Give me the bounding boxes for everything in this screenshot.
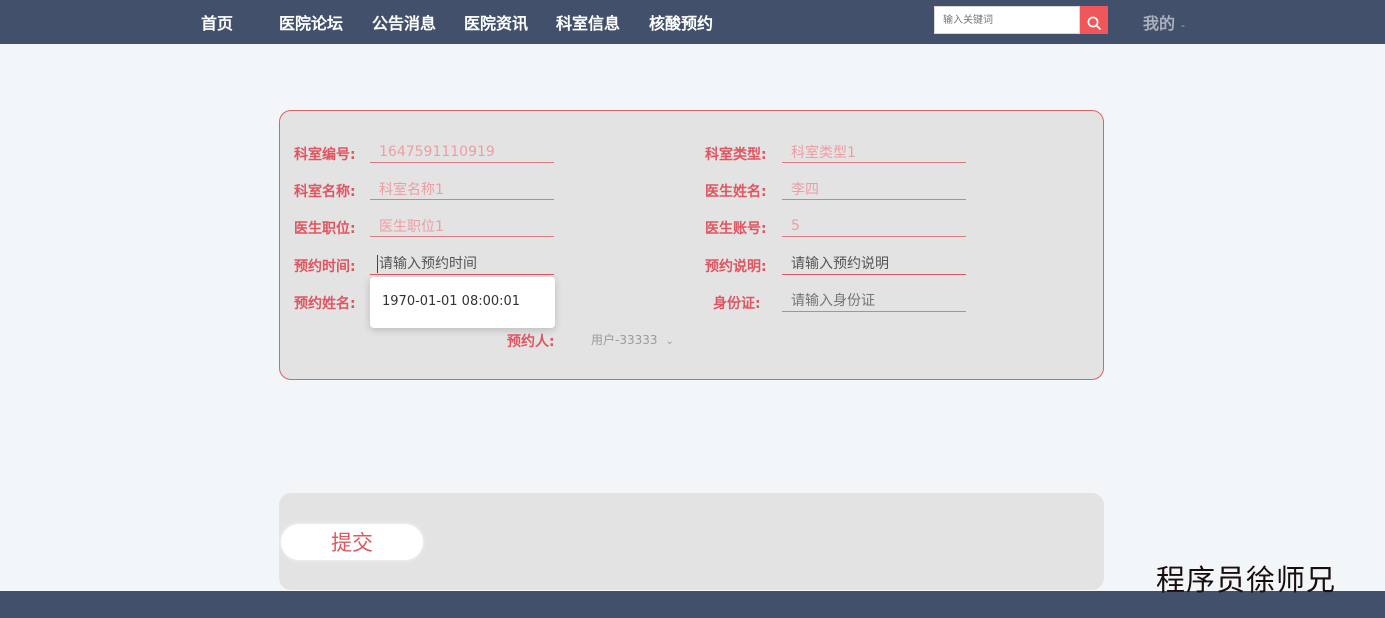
nav-home[interactable]: 首页	[201, 10, 233, 34]
submit-button[interactable]: 提交	[281, 524, 423, 560]
nav-nucleic-appointment[interactable]: 核酸预约	[649, 10, 713, 34]
doctor-account-label: 医生账号:	[705, 221, 767, 237]
appt-time-field[interactable]	[370, 253, 554, 275]
booker-select[interactable]: 用户-33333 ⌄	[591, 331, 674, 348]
dept-name-label: 科室名称:	[294, 184, 356, 200]
doctor-title-field[interactable]	[370, 215, 554, 237]
id-card-field[interactable]	[782, 290, 966, 312]
search-icon	[1087, 16, 1101, 30]
nav-announcements[interactable]: 公告消息	[372, 10, 436, 34]
search-button[interactable]	[1080, 6, 1108, 34]
nav-forum[interactable]: 医院论坛	[279, 10, 343, 34]
date-suggestion-popup[interactable]: 1970-01-01 08:00:01	[370, 277, 555, 328]
doctor-name-label: 医生姓名:	[705, 184, 767, 200]
dept-type-field[interactable]	[782, 141, 966, 163]
booker-label: 预约人:	[507, 334, 555, 350]
dept-no-label: 科室编号:	[294, 147, 356, 163]
doctor-title-label: 医生职位:	[294, 221, 356, 237]
appt-name-label: 预约姓名:	[294, 296, 356, 312]
booker-select-value: 用户-33333	[591, 333, 658, 347]
nav-departments[interactable]: 科室信息	[556, 10, 620, 34]
user-menu-label: 我的	[1143, 14, 1176, 33]
chevron-down-icon: ⌄	[665, 336, 674, 347]
chevron-down-icon: -	[1181, 19, 1185, 32]
appt-desc-field[interactable]	[782, 253, 966, 275]
date-suggestion-item[interactable]: 1970-01-01 08:00:01	[382, 294, 520, 309]
top-navbar: 首页 医院论坛 公告消息 医院资讯 科室信息 核酸预约 我的-	[0, 0, 1385, 44]
doctor-account-field[interactable]	[782, 215, 966, 237]
nav-news[interactable]: 医院资讯	[464, 10, 528, 34]
appt-desc-label: 预约说明:	[705, 259, 767, 275]
id-card-label: 身份证:	[713, 296, 761, 312]
user-menu[interactable]: 我的 -	[1143, 10, 1185, 34]
watermark-text: 程序员徐师兄	[1156, 563, 1337, 597]
appt-time-label: 预约时间:	[294, 259, 356, 275]
dept-type-label: 科室类型:	[705, 147, 767, 163]
doctor-name-field[interactable]	[782, 178, 966, 200]
dept-name-field[interactable]	[370, 178, 554, 200]
dept-no-field[interactable]	[370, 141, 554, 163]
text-cursor	[377, 255, 378, 273]
search-input[interactable]	[934, 6, 1080, 34]
